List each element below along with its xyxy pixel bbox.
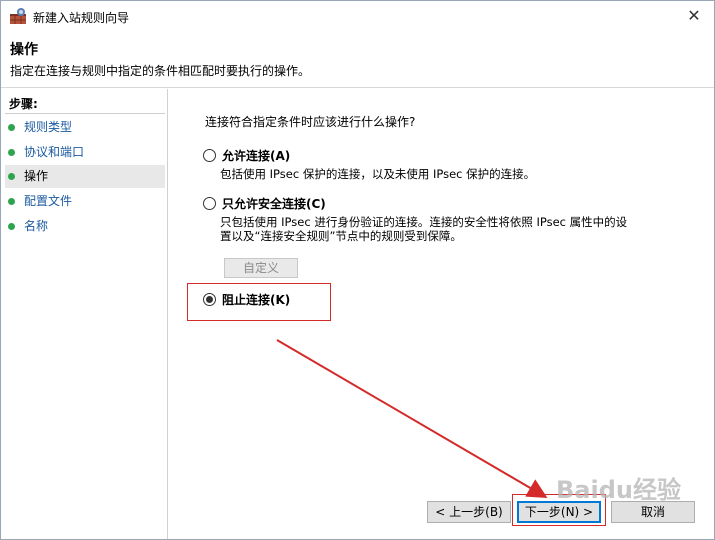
- watermark-text: Baidu经验: [556, 476, 681, 504]
- annotation-arrow: [276, 339, 548, 499]
